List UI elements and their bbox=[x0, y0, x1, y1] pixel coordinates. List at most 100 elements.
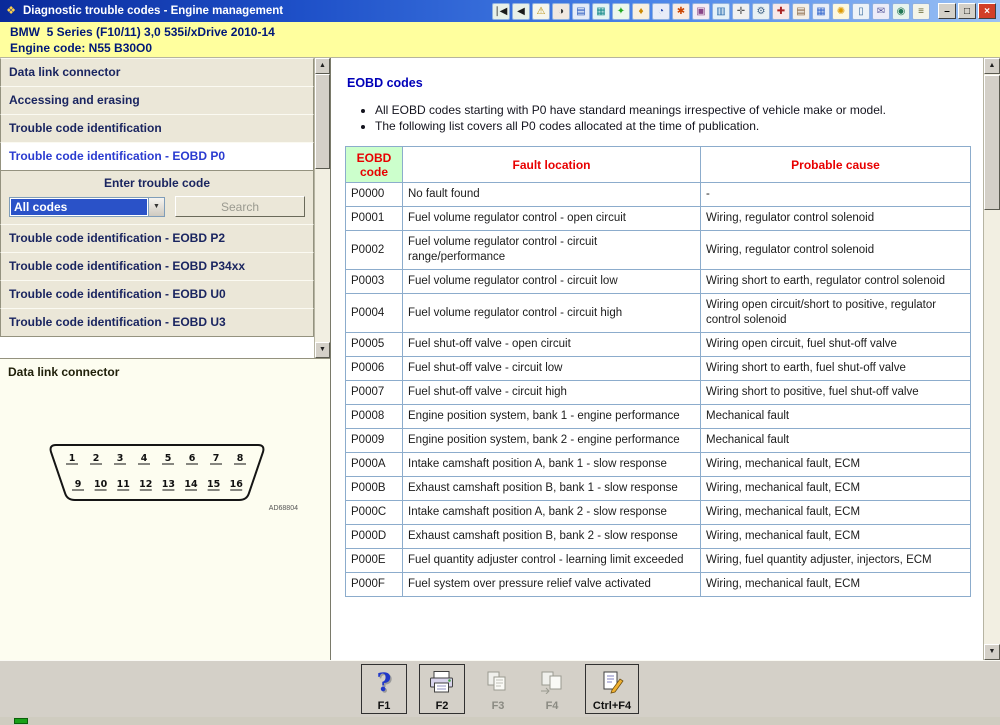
menu-icon[interactable]: ≡ bbox=[912, 3, 930, 20]
fault-cell: Exhaust camshaft position B, bank 1 - sl… bbox=[403, 477, 701, 501]
help-button[interactable]: ? F1 bbox=[361, 664, 407, 714]
diagnostics-icon[interactable]: ✦ bbox=[612, 3, 630, 20]
code-cell: P0009 bbox=[346, 429, 403, 453]
nav-first-icon[interactable]: ∣◀ bbox=[492, 3, 510, 20]
nav-back-icon[interactable]: ◀ bbox=[512, 3, 530, 20]
vehicle-systems-icon[interactable]: ▣ bbox=[692, 3, 710, 20]
vehicle-header: BMW 5 Series (F10/11) 3,0 535i/xDrive 20… bbox=[0, 22, 1000, 58]
sidebar-item[interactable]: Trouble code identification - EOBD P34xx bbox=[0, 252, 314, 281]
status-bar bbox=[0, 717, 1000, 725]
svg-text:16: 16 bbox=[230, 479, 244, 490]
display-icon[interactable]: ▤ bbox=[572, 3, 590, 20]
note-item: The following list covers all P0 codes a… bbox=[375, 118, 968, 134]
code-filter-dropdown[interactable]: All codes ▼ bbox=[9, 197, 165, 217]
key-label: F3 bbox=[492, 700, 505, 712]
code-row: P0008Engine position system, bank 1 - en… bbox=[346, 405, 971, 429]
enter-trouble-code-label: Enter trouble code bbox=[9, 174, 305, 196]
code-cell: P000B bbox=[346, 477, 403, 501]
sidebar-scrollbar[interactable]: ▲ ▼ bbox=[314, 58, 330, 358]
fault-cell: Fuel system over pressure relief valve a… bbox=[403, 573, 701, 597]
print-button[interactable]: F2 bbox=[419, 664, 465, 714]
sidebar-item[interactable]: Accessing and erasing bbox=[0, 86, 314, 115]
cause-cell: Mechanical fault bbox=[701, 405, 971, 429]
fault-cell: Intake camshaft position A, bank 1 - slo… bbox=[403, 453, 701, 477]
svg-text:2: 2 bbox=[93, 453, 100, 464]
scroll-up-icon[interactable]: ▲ bbox=[315, 58, 330, 74]
fault-cell: Fuel volume regulator control - circuit … bbox=[403, 270, 701, 294]
dropdown-selected-value: All codes bbox=[11, 199, 147, 215]
engine-code: Engine code: N55 B30O0 bbox=[10, 40, 990, 56]
svg-text:15: 15 bbox=[207, 479, 220, 490]
sidebar-item[interactable]: Data link connector bbox=[0, 58, 314, 87]
notes-button[interactable]: Ctrl+F4 bbox=[585, 664, 639, 714]
fault-cell: Fuel quantity adjuster control - learnin… bbox=[403, 549, 701, 573]
connector-diagram: 12345678910111213141516 AD68804 bbox=[32, 431, 284, 531]
code-cell: P000A bbox=[346, 453, 403, 477]
clipboard-icon[interactable]: ▤ bbox=[792, 3, 810, 20]
window-controls: – □ × bbox=[938, 3, 996, 19]
spark-icon[interactable]: ✱ bbox=[672, 3, 690, 20]
cause-cell: Wiring, mechanical fault, ECM bbox=[701, 501, 971, 525]
sidebar-item[interactable]: Trouble code identification - EOBD P0 bbox=[0, 142, 314, 171]
chart-icon[interactable]: ▥ bbox=[712, 3, 730, 20]
lamp-icon[interactable]: ✺ bbox=[832, 3, 850, 20]
contrast-icon[interactable]: ◑ bbox=[552, 3, 570, 20]
cause-cell: Wiring, fuel quantity adjuster, injector… bbox=[701, 549, 971, 573]
warning-icon[interactable]: ⚠ bbox=[532, 3, 550, 20]
code-cell: P0006 bbox=[346, 357, 403, 381]
code-cell: P0007 bbox=[346, 381, 403, 405]
sidebar-scrollbar-thumb[interactable] bbox=[315, 74, 330, 169]
scroll-down-icon[interactable]: ▼ bbox=[315, 342, 330, 358]
tools-icon[interactable]: ✛ bbox=[732, 3, 750, 20]
function-toolbar: ? F1 F2 bbox=[0, 660, 1000, 717]
status-indicator bbox=[14, 718, 28, 724]
dropdown-arrow-icon[interactable]: ▼ bbox=[148, 198, 164, 216]
main-scrollbar[interactable]: ▲ ▼ bbox=[983, 58, 1000, 660]
export-icon bbox=[539, 668, 565, 696]
close-button[interactable]: × bbox=[978, 3, 996, 19]
cause-cell: - bbox=[701, 183, 971, 207]
key-label: Ctrl+F4 bbox=[593, 700, 631, 712]
minimize-button[interactable]: – bbox=[938, 3, 956, 19]
maximize-button[interactable]: □ bbox=[958, 3, 976, 19]
svg-text:12: 12 bbox=[139, 479, 152, 490]
color-display-icon[interactable]: ▦ bbox=[592, 3, 610, 20]
code-cell: P0001 bbox=[346, 207, 403, 231]
code-cell: P0000 bbox=[346, 183, 403, 207]
svg-text:5: 5 bbox=[165, 453, 172, 464]
sidebar-item[interactable]: Trouble code identification - EOBD P2 bbox=[0, 224, 314, 253]
clock-icon[interactable]: ◔ bbox=[652, 3, 670, 20]
titlebar-toolbar: ∣◀◀⚠◑▤▦✦♦◔✱▣▥✛⚙✚▤▦✺▯✉◉≡ bbox=[492, 3, 930, 20]
scroll-up-icon[interactable]: ▲ bbox=[984, 58, 1000, 74]
fault-cell: Engine position system, bank 1 - engine … bbox=[403, 405, 701, 429]
fault-cell: Intake camshaft position A, bank 2 - slo… bbox=[403, 501, 701, 525]
add-icon[interactable]: ✚ bbox=[772, 3, 790, 20]
svg-text:6: 6 bbox=[189, 453, 196, 464]
search-button[interactable]: Search bbox=[175, 196, 305, 217]
export-button-disabled: F4 bbox=[531, 664, 573, 714]
connector-panel-title: Data link connector bbox=[8, 365, 322, 379]
main-scrollbar-thumb[interactable] bbox=[984, 75, 1000, 210]
app-window: ❖ Diagnostic trouble codes - Engine mana… bbox=[0, 0, 1000, 725]
codes-table: EOBD code Fault location Probable cause … bbox=[345, 146, 971, 597]
scroll-down-icon[interactable]: ▼ bbox=[984, 644, 1000, 660]
document-icon[interactable]: ▯ bbox=[852, 3, 870, 20]
code-cell: P0003 bbox=[346, 270, 403, 294]
key-data-icon[interactable]: ♦ bbox=[632, 3, 650, 20]
code-row: P0007Fuel shut-off valve - circuit highW… bbox=[346, 381, 971, 405]
cause-cell: Wiring, mechanical fault, ECM bbox=[701, 573, 971, 597]
vehicle-model: BMW 5 Series (F10/11) 3,0 535i/xDrive 20… bbox=[10, 24, 990, 40]
monitor-icon[interactable]: ▦ bbox=[812, 3, 830, 20]
mail-icon[interactable]: ✉ bbox=[872, 3, 890, 20]
sidebar-item[interactable]: Trouble code identification - EOBD U3 bbox=[0, 308, 314, 337]
globe-icon[interactable]: ◉ bbox=[892, 3, 910, 20]
sidebar-item[interactable]: Trouble code identification - EOBD U0 bbox=[0, 280, 314, 309]
code-cell: P000F bbox=[346, 573, 403, 597]
sidebar-item[interactable]: Trouble code identification bbox=[0, 114, 314, 143]
svg-text:11: 11 bbox=[117, 479, 130, 490]
gear-icon[interactable]: ⚙ bbox=[752, 3, 770, 20]
code-row: P000FFuel system over pressure relief va… bbox=[346, 573, 971, 597]
fault-cell: Fuel shut-off valve - circuit low bbox=[403, 357, 701, 381]
cause-cell: Mechanical fault bbox=[701, 429, 971, 453]
cause-cell: Wiring, regulator control solenoid bbox=[701, 207, 971, 231]
